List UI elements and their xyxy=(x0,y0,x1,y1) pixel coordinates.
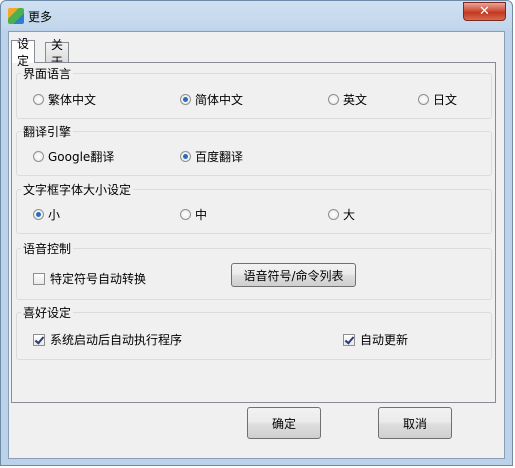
radio-checked-icon xyxy=(180,94,191,105)
window-title: 更多 xyxy=(28,10,53,24)
checkbox-icon xyxy=(33,272,45,285)
radio-icon xyxy=(33,94,44,105)
app-icon xyxy=(8,8,24,24)
voice-control-group-label: 语音控制 xyxy=(21,240,74,257)
dialog-client: 设定 关于 界面语言 繁体中文 简体中文 英文 xyxy=(8,31,505,459)
title-bar[interactable]: 更多 ✕ xyxy=(1,1,512,31)
voice-command-list-label: 语音符号/命令列表 xyxy=(243,268,344,283)
font-size-group-label: 文字框字体大小设定 xyxy=(21,181,134,198)
auto-convert-symbols-label: 特定符号自动转换 xyxy=(50,272,147,286)
lang-english-label: 英文 xyxy=(343,93,368,107)
lang-simplified-chinese-radio[interactable]: 简体中文 xyxy=(180,91,243,108)
font-size-group: 文字框字体大小设定 小 中 大 xyxy=(16,181,492,234)
lang-traditional-chinese-radio[interactable]: 繁体中文 xyxy=(33,91,96,108)
radio-icon xyxy=(180,209,191,220)
auto-update-checkbox[interactable]: 自动更新 xyxy=(343,331,408,348)
cancel-button-label: 取消 xyxy=(402,416,427,431)
radio-icon xyxy=(328,209,339,220)
font-size-small-radio[interactable]: 小 xyxy=(33,206,60,223)
lang-english-radio[interactable]: 英文 xyxy=(328,91,367,108)
engine-baidu-radio[interactable]: 百度翻译 xyxy=(180,148,243,165)
autostart-checkbox[interactable]: 系统启动后自动执行程序 xyxy=(33,331,182,348)
ok-button-label: 确定 xyxy=(271,416,296,431)
engine-google-label: Google翻译 xyxy=(48,150,115,164)
radio-icon xyxy=(418,94,429,105)
font-size-medium-label: 中 xyxy=(195,208,208,222)
engine-group: 翻译引擎 Google翻译 百度翻译 xyxy=(16,123,492,176)
cancel-button[interactable]: 取消 xyxy=(378,407,452,439)
auto-update-label: 自动更新 xyxy=(360,333,409,347)
lang-japanese-label: 日文 xyxy=(433,93,458,107)
checkbox-checked-icon xyxy=(343,333,355,346)
font-size-large-radio[interactable]: 大 xyxy=(328,206,355,223)
autostart-label: 系统启动后自动执行程序 xyxy=(50,333,183,347)
engine-google-radio[interactable]: Google翻译 xyxy=(33,148,114,165)
radio-icon xyxy=(328,94,339,105)
preferences-group: 喜好设定 系统启动后自动执行程序 自动更新 xyxy=(16,304,492,360)
radio-checked-icon xyxy=(180,151,191,162)
close-icon: ✕ xyxy=(479,4,490,19)
checkbox-checked-icon xyxy=(33,333,45,346)
tab-settings[interactable]: 设定 xyxy=(11,37,36,68)
ui-language-group: 界面语言 繁体中文 简体中文 英文 日文 xyxy=(16,65,492,119)
settings-page: 界面语言 繁体中文 简体中文 英文 日文 翻译引擎 Google翻译 百度翻译 … xyxy=(11,62,496,403)
voice-control-group: 语音控制 特定符号自动转换 语音符号/命令列表 xyxy=(16,240,492,300)
lang-traditional-chinese-label: 繁体中文 xyxy=(48,93,97,107)
ok-button[interactable]: 确定 xyxy=(247,407,321,439)
tab-about[interactable]: 关于 xyxy=(45,38,70,69)
engine-group-label: 翻译引擎 xyxy=(21,123,74,140)
tab-settings-label: 设定 xyxy=(17,37,30,68)
font-size-large-label: 大 xyxy=(343,208,356,222)
dialog-window: 更多 ✕ 设定 关于 界面语言 繁体中文 简体中文 xyxy=(0,0,513,466)
lang-japanese-radio[interactable]: 日文 xyxy=(418,91,457,108)
radio-icon xyxy=(33,151,44,162)
lang-simplified-chinese-label: 简体中文 xyxy=(195,93,244,107)
font-size-small-label: 小 xyxy=(48,208,61,222)
voice-command-list-button[interactable]: 语音符号/命令列表 xyxy=(231,263,356,287)
font-size-medium-radio[interactable]: 中 xyxy=(180,206,207,223)
preferences-group-label: 喜好设定 xyxy=(21,304,74,321)
close-button[interactable]: ✕ xyxy=(463,2,506,21)
auto-convert-symbols-checkbox[interactable]: 特定符号自动转换 xyxy=(33,270,146,287)
radio-checked-icon xyxy=(33,209,44,220)
engine-baidu-label: 百度翻译 xyxy=(195,150,244,164)
